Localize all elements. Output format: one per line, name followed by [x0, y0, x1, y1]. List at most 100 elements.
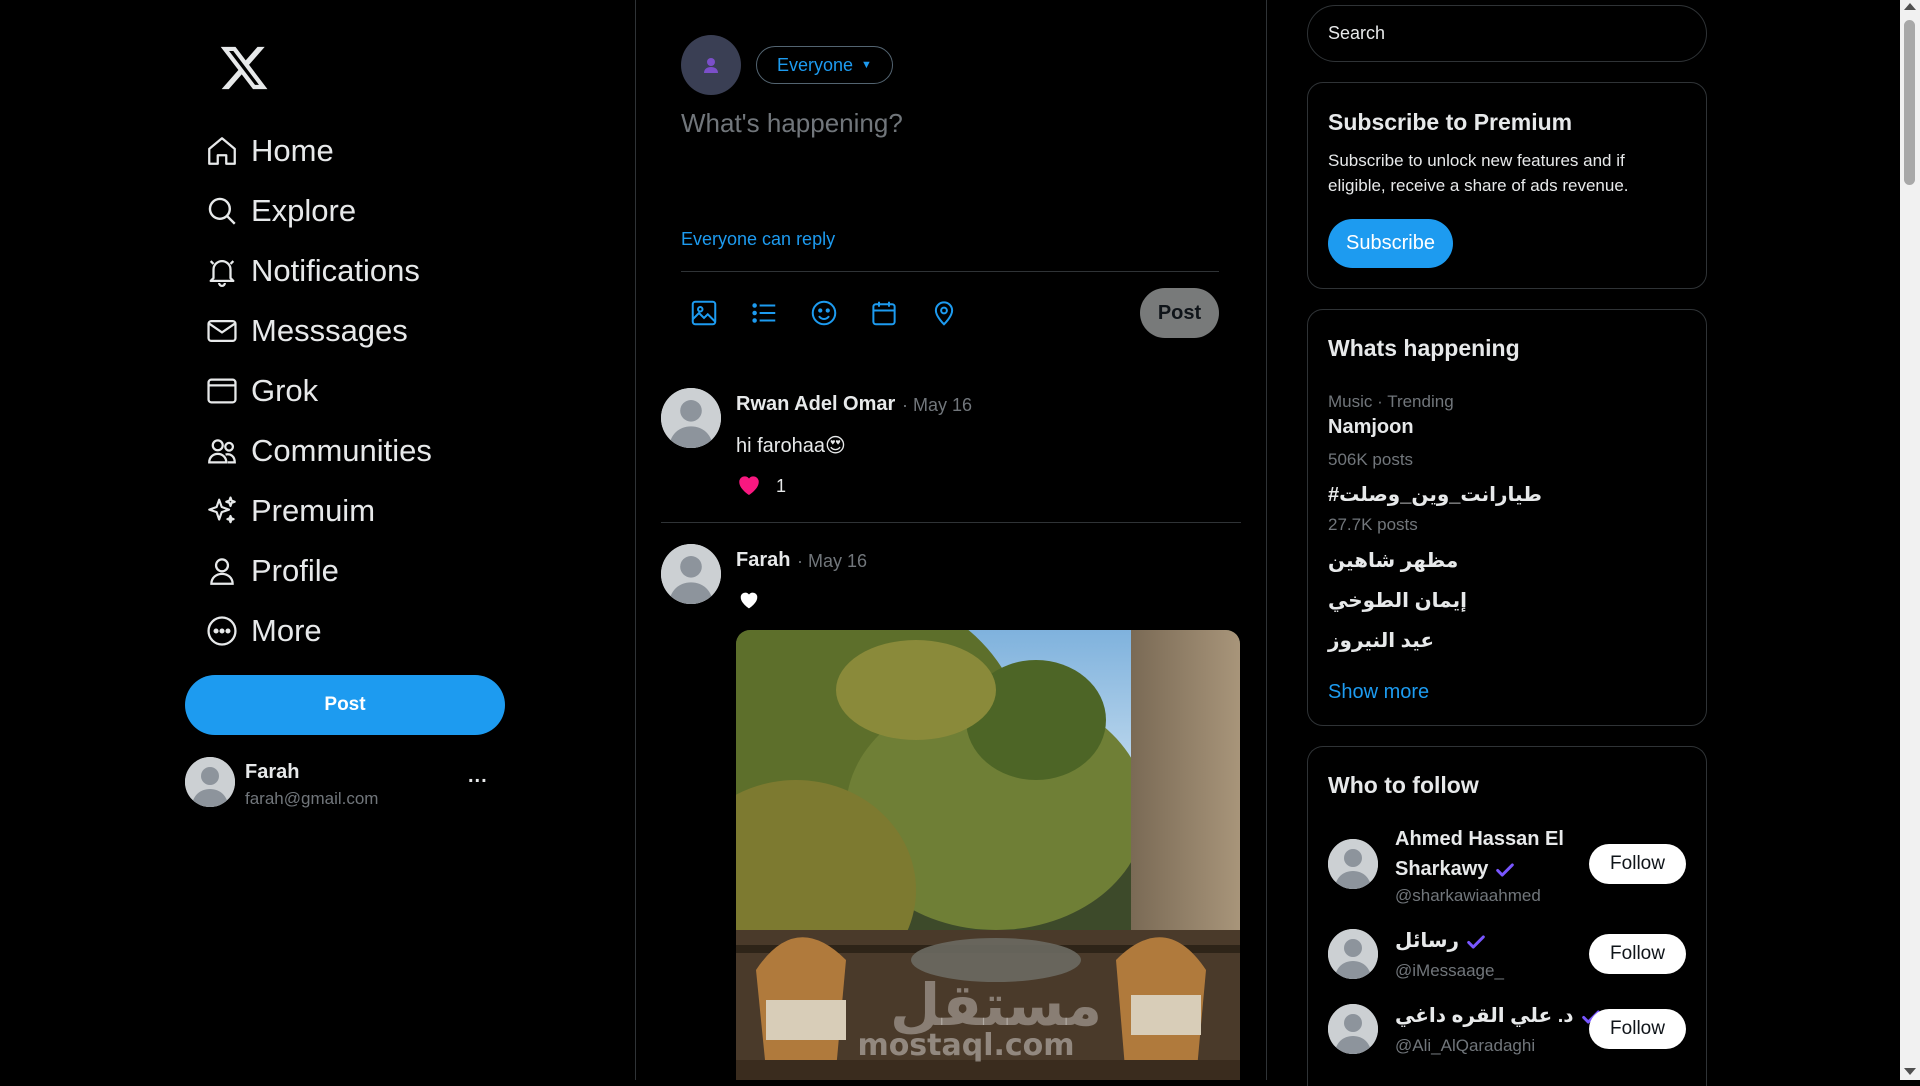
verified-icon: [1494, 859, 1516, 881]
follow-name-line1: Ahmed Hassan El: [1395, 828, 1564, 850]
nav-profile-label: Profile: [251, 553, 339, 588]
nav-more[interactable]: More: [205, 607, 322, 655]
home-icon: [205, 134, 239, 168]
nav-notifications[interactable]: Notifications: [205, 247, 420, 295]
nav-communities[interactable]: Communities: [205, 427, 432, 475]
nav-home[interactable]: Home: [205, 127, 334, 175]
trend-topic[interactable]: إيمان الطوخي: [1328, 588, 1467, 613]
trend-meta: Music · Trending: [1328, 392, 1454, 411]
trend-topic[interactable]: مظهر شاهين: [1328, 548, 1458, 573]
sparkle-icon: [205, 494, 239, 528]
nav-more-label: More: [251, 613, 322, 648]
nav-explore-label: Explore: [251, 193, 357, 228]
follow-name[interactable]: د. علي القره داغي: [1395, 1001, 1602, 1031]
nav-profile[interactable]: Profile: [205, 547, 339, 595]
account-switcher[interactable]: Farah farah@gmail.com ...: [185, 757, 505, 809]
scroll-up-icon[interactable]: [1904, 3, 1916, 10]
follow-name-text: رسائل: [1395, 930, 1460, 952]
nav-premium[interactable]: Premuim: [205, 487, 375, 535]
follow-name[interactable]: Ahmed Hassan El Sharkawy: [1395, 824, 1564, 884]
audience-label: Everyone: [777, 54, 854, 75]
premium-card: Subscribe to Premium Subscribe to unlock…: [1307, 82, 1707, 289]
scroll-down-icon[interactable]: [1904, 1068, 1916, 1075]
verified-icon: [1465, 931, 1487, 953]
nav-notifications-label: Notifications: [251, 253, 420, 288]
compose-input[interactable]: What's happening?: [681, 108, 903, 139]
tweet-date[interactable]: · May 16: [797, 551, 867, 572]
divider: [1266, 0, 1267, 1080]
nav-home-label: Home: [251, 133, 334, 168]
who-to-follow-card: Who to follow Ahmed Hassan El Sharkawy @…: [1307, 746, 1707, 1086]
nav-grok[interactable]: Grok: [205, 367, 318, 415]
location-icon[interactable]: [929, 298, 959, 328]
nav-messages[interactable]: Messsages: [205, 307, 408, 355]
reply-setting[interactable]: Everyone can reply: [681, 229, 835, 250]
trend-topic[interactable]: #طيارانت_وين_وصلت: [1328, 482, 1542, 507]
tweet-author[interactable]: Rwan Adel Omar: [736, 393, 895, 416]
follow-handle: @iMessaage_: [1395, 961, 1504, 980]
who-to-follow-title: Who to follow: [1328, 772, 1479, 798]
tweet-date[interactable]: · May 16: [902, 395, 972, 416]
person-icon: [205, 554, 239, 588]
account-menu-icon[interactable]: ...: [468, 765, 488, 788]
tweet-author[interactable]: Farah: [736, 549, 790, 572]
compose-post-button[interactable]: Post: [1140, 288, 1219, 338]
audience-dropdown[interactable]: Everyone ▼: [756, 46, 893, 84]
trends-title: Whats happening: [1328, 335, 1520, 361]
sidebar-post-button[interactable]: Post: [185, 675, 505, 735]
premium-description: Subscribe to unlock new features and if …: [1328, 151, 1629, 195]
nav-communities-label: Communities: [251, 433, 432, 468]
image-icon[interactable]: [689, 298, 719, 328]
follow-button[interactable]: Follow: [1589, 844, 1686, 884]
divider: [635, 0, 636, 1080]
avatar[interactable]: [661, 388, 721, 448]
avatar: [185, 757, 235, 807]
subscribe-button[interactable]: Subscribe: [1328, 219, 1453, 268]
account-email: farah@gmail.com: [245, 789, 379, 808]
trend-topic[interactable]: Namjoon: [1328, 416, 1414, 439]
nav-explore[interactable]: Explore: [205, 187, 356, 235]
follow-name-line2: Sharkawy: [1395, 858, 1489, 880]
communities-icon: [205, 434, 239, 468]
envelope-icon: [205, 314, 239, 348]
search-input[interactable]: [1307, 5, 1707, 62]
follow-name[interactable]: رسائل: [1395, 926, 1487, 956]
show-more-link[interactable]: Show more: [1328, 681, 1429, 704]
x-logo-icon[interactable]: [218, 42, 270, 94]
scrollbar-thumb[interactable]: [1904, 20, 1915, 185]
nav-messages-label: Messsages: [251, 313, 408, 348]
avatar[interactable]: [1328, 929, 1378, 979]
tweet-text: hi farohaa😍: [736, 435, 846, 457]
grok-icon: [205, 374, 239, 408]
divider: [681, 271, 1219, 272]
composer-avatar: [681, 35, 741, 95]
more-circle-icon: [205, 614, 239, 648]
like-count: 1: [776, 476, 787, 496]
trends-card: Whats happening Music · Trending Namjoon…: [1307, 309, 1707, 726]
follow-name-text: د. علي القره داغي: [1395, 1005, 1574, 1027]
like-icon[interactable]: [738, 589, 760, 611]
follow-button[interactable]: Follow: [1589, 934, 1686, 974]
premium-title: Subscribe to Premium: [1328, 109, 1573, 135]
follow-handle: @sharkawiaahmed: [1395, 886, 1541, 905]
avatar[interactable]: [661, 544, 721, 604]
chevron-down-icon: ▼: [861, 59, 872, 71]
trend-count: 27.7K posts: [1328, 515, 1418, 534]
account-name: Farah: [245, 761, 300, 783]
list-icon[interactable]: [749, 298, 779, 328]
divider: [661, 522, 1241, 523]
follow-button[interactable]: Follow: [1589, 1009, 1686, 1049]
emoji-icon[interactable]: [809, 298, 839, 328]
like-icon[interactable]: [736, 472, 762, 498]
bell-icon: [205, 254, 239, 288]
calendar-icon[interactable]: [869, 298, 899, 328]
avatar[interactable]: [1328, 1004, 1378, 1054]
trend-count: 506K posts: [1328, 450, 1414, 469]
trend-topic[interactable]: عيد النيروز: [1328, 628, 1434, 653]
follow-handle: @Ali_AlQaradaghi: [1395, 1036, 1536, 1055]
search-icon: [205, 194, 239, 228]
nav-premium-label: Premuim: [251, 493, 376, 528]
avatar[interactable]: [1328, 839, 1378, 889]
tweet-image[interactable]: مستقل mostaql.com: [736, 630, 1240, 1080]
watermark-latin: mostaql.com: [857, 1028, 1074, 1063]
